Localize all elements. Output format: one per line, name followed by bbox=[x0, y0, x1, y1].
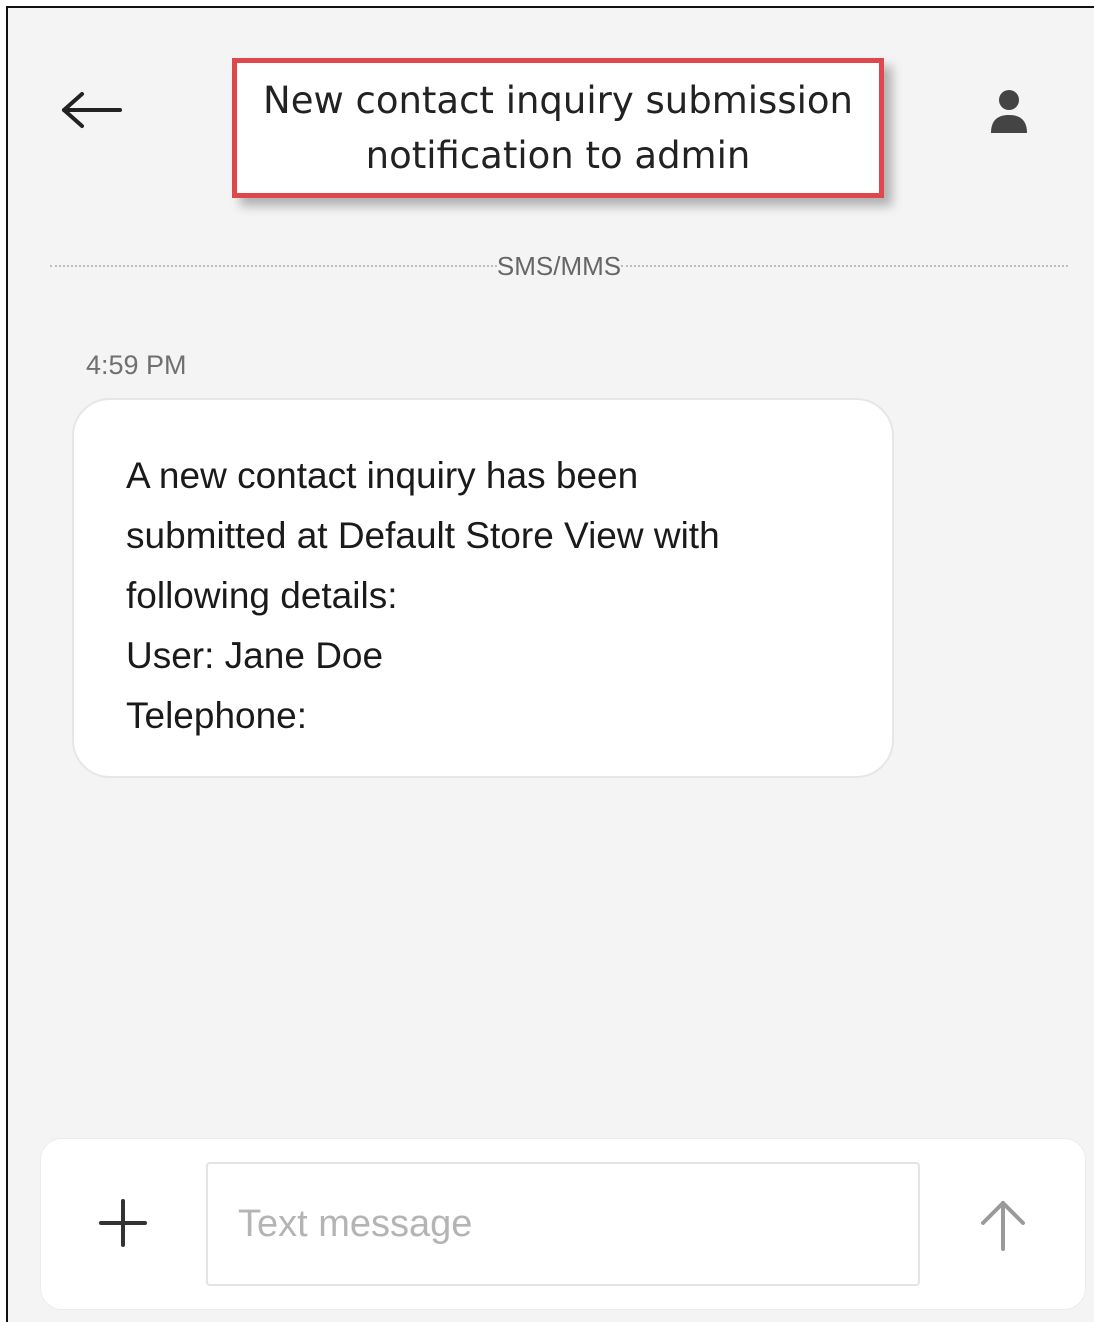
channel-divider: SMS/MMS bbox=[50, 251, 1069, 281]
plus-icon bbox=[99, 1199, 147, 1247]
divider-line bbox=[621, 265, 1069, 267]
message-line: User: Jane Doe bbox=[126, 635, 384, 676]
conversation-title: New contact inquiry submission notificat… bbox=[232, 58, 884, 198]
title-line-2: notification to admin bbox=[365, 134, 751, 177]
message-line: Telephone: bbox=[126, 695, 308, 736]
message-input[interactable] bbox=[206, 1162, 920, 1286]
messaging-screen: New contact inquiry submission notificat… bbox=[6, 6, 1094, 1322]
title-line-1: New contact inquiry submission bbox=[263, 79, 853, 122]
message-line: A new contact inquiry has been bbox=[126, 455, 639, 496]
divider-line bbox=[50, 265, 497, 267]
arrow-up-icon bbox=[981, 1201, 1025, 1251]
person-icon bbox=[991, 90, 1027, 133]
channel-label: SMS/MMS bbox=[496, 250, 622, 281]
back-button[interactable] bbox=[56, 80, 128, 140]
arrow-left-icon bbox=[62, 92, 122, 128]
add-attachment-button[interactable] bbox=[88, 1188, 158, 1258]
send-button[interactable] bbox=[970, 1192, 1036, 1258]
message-timestamp: 4:59 PM bbox=[86, 350, 187, 380]
message-line: following details: bbox=[126, 575, 398, 616]
message-line: submitted at Default Store View with bbox=[126, 515, 720, 556]
contact-button[interactable] bbox=[976, 78, 1042, 144]
message-bubble[interactable]: A new contact inquiry has been submitted… bbox=[72, 398, 894, 778]
